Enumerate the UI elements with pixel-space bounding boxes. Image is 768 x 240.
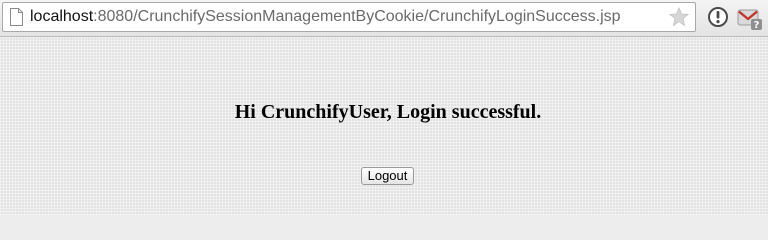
browser-toolbar: localhost:8080/CrunchifySessionManagemen… <box>0 0 768 37</box>
info-icon[interactable] <box>707 6 729 28</box>
url-path: :8080/CrunchifySessionManagementByCookie… <box>93 8 621 25</box>
logout-button[interactable]: Logout <box>361 167 414 185</box>
page-icon <box>10 8 23 26</box>
url-host: localhost <box>30 8 94 25</box>
star-icon[interactable] <box>669 7 689 27</box>
gmail-icon[interactable]: ? <box>737 6 763 32</box>
page-content: Hi CrunchifyUser, Login successful. Logo… <box>0 37 768 215</box>
mail-badge: ? <box>754 20 760 31</box>
address-bar[interactable]: localhost:8080/CrunchifySessionManagemen… <box>2 2 696 32</box>
address-url[interactable]: localhost:8080/CrunchifySessionManagemen… <box>30 3 621 31</box>
success-message: Hi CrunchifyUser, Login successful. <box>234 101 542 123</box>
